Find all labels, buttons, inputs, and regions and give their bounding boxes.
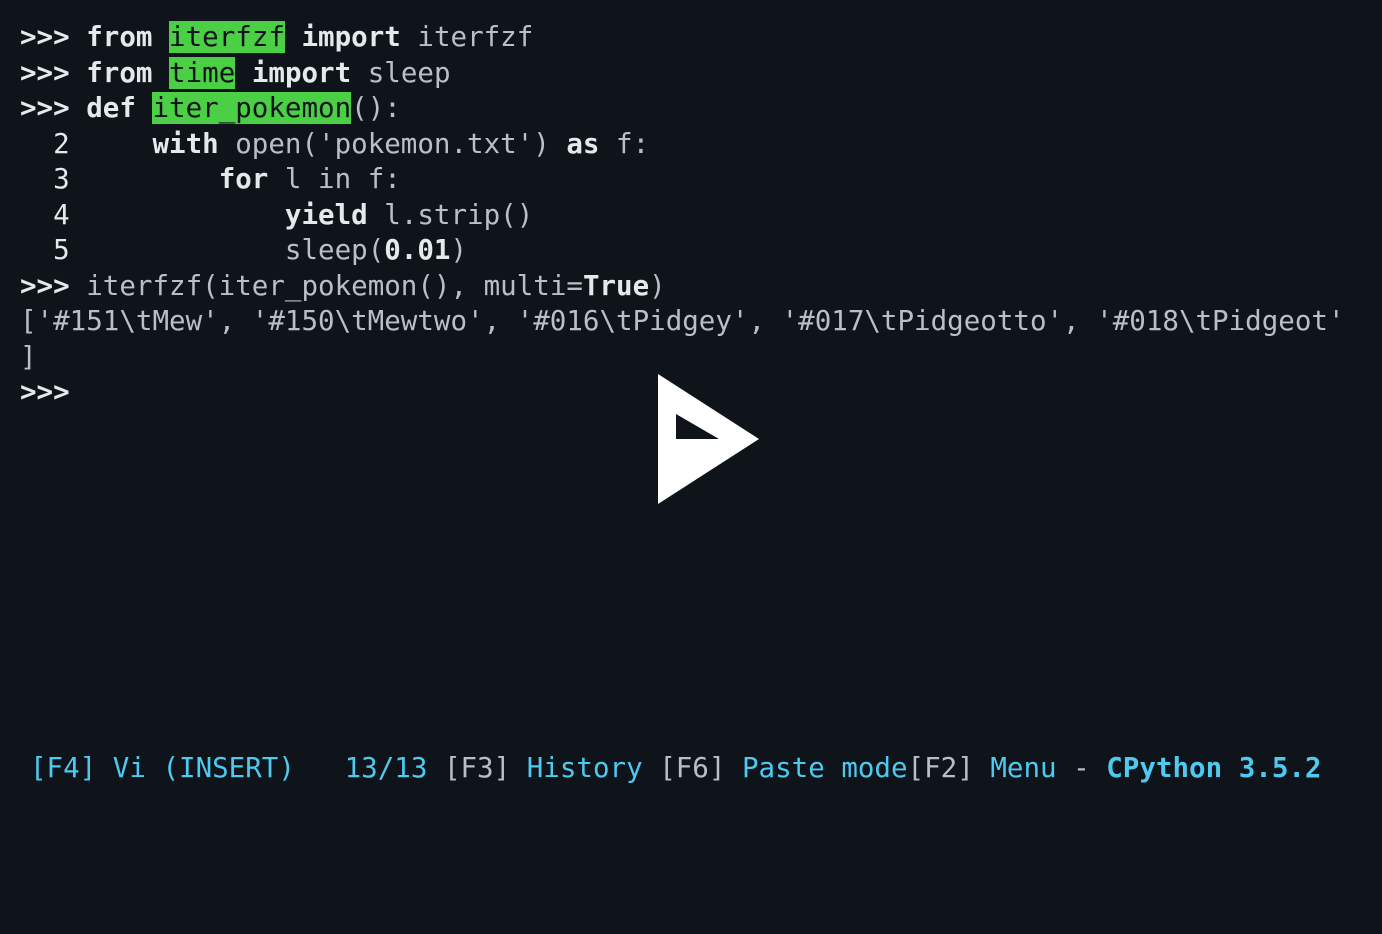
status-f6-key: [F6] xyxy=(659,752,725,784)
keyword-with: with xyxy=(152,128,218,160)
line-number: 5 xyxy=(20,234,285,266)
status-implementation: CPython 3.5.2 xyxy=(1106,752,1321,784)
keyword-true: True xyxy=(583,270,649,302)
code-line: >>> from iterfzf import iterfzf xyxy=(20,20,1362,56)
repl-prompt: >>> xyxy=(20,376,86,408)
repl-prompt: >>> xyxy=(20,57,86,89)
keyword-from: from xyxy=(86,21,152,53)
keyword-as: as xyxy=(566,128,599,160)
status-paste-mode: Paste mode xyxy=(725,752,907,784)
keyword-from: from xyxy=(86,57,152,89)
code-line: >>> def iter_pokemon(): xyxy=(20,91,1362,127)
keyword-yield: yield xyxy=(285,199,368,231)
status-f3-key: [F3] xyxy=(444,752,510,784)
status-f4-key: [F4] xyxy=(30,752,96,784)
line-number: 2 xyxy=(20,128,152,160)
highlight-iterfzf: iterfzf xyxy=(169,21,285,53)
keyword-for: for xyxy=(219,163,269,195)
line-number: 3 xyxy=(20,163,219,195)
code-line: >>> from time import sleep xyxy=(20,56,1362,92)
status-dash: - xyxy=(1073,752,1106,784)
repl-prompt: >>> xyxy=(20,92,86,124)
keyword-import: import xyxy=(252,57,351,89)
code-line: 3 for l in f: xyxy=(20,162,1362,198)
highlight-time: time xyxy=(169,57,235,89)
literal-number: 0.01 xyxy=(384,234,450,266)
status-vi-mode: Vi (INSERT) xyxy=(96,752,295,784)
line-number: 4 xyxy=(20,199,285,231)
status-counter: 13/13 xyxy=(345,752,444,784)
output-line: ['#151\tMew', '#150\tMewtwo', '#016\tPid… xyxy=(20,304,1362,340)
code-line: >>> iterfzf(iter_pokemon(), multi=True) xyxy=(20,269,1362,305)
code-line: 4 yield l.strip() xyxy=(20,198,1362,234)
play-icon xyxy=(611,359,771,519)
code-line: 5 sleep(0.01) xyxy=(20,233,1362,269)
keyword-def: def xyxy=(86,92,136,124)
keyword-import: import xyxy=(302,21,401,53)
status-menu: Menu xyxy=(974,752,1073,784)
code-line: 2 with open('pokemon.txt') as f: xyxy=(20,127,1362,163)
repl-prompt: >>> xyxy=(20,21,86,53)
status-f2-key: [F2] xyxy=(908,752,974,784)
play-button[interactable] xyxy=(611,359,771,519)
terminal-pane[interactable]: >>> from iterfzf import iterfzf >>> from… xyxy=(0,0,1382,934)
highlight-funcname: iter_pokemon xyxy=(152,92,351,124)
repl-prompt: >>> xyxy=(20,270,86,302)
status-bar: [F4] Vi (INSERT) 13/13 [F3] History [F6]… xyxy=(0,751,1382,787)
status-history: History xyxy=(510,752,659,784)
